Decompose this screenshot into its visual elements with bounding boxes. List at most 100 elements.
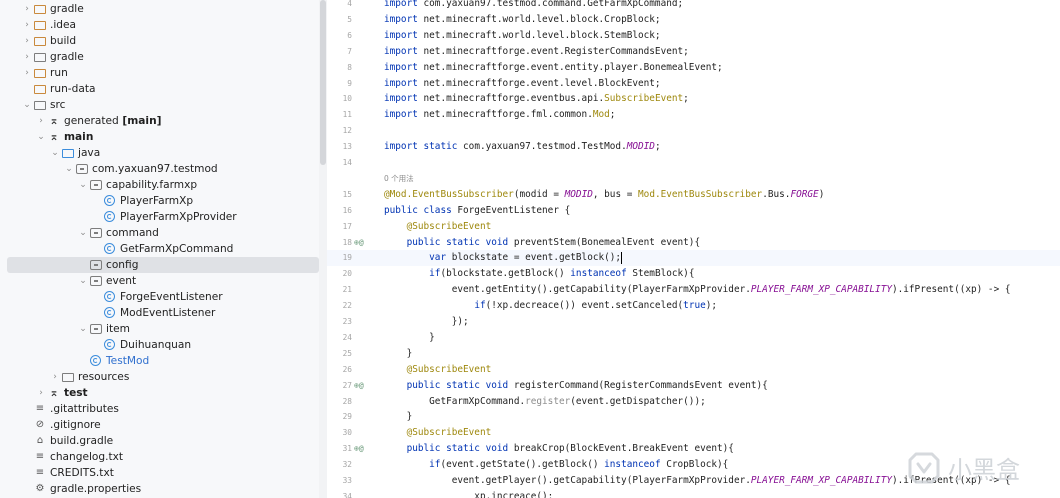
tree-item[interactable]: ⌄ item	[0, 321, 319, 337]
tree-item[interactable]: ⌄ com.yaxuan97.testmod	[0, 161, 319, 177]
code-line[interactable]: 14	[327, 155, 1060, 171]
chevron-down-icon[interactable]: ⌄	[22, 97, 32, 113]
code-line[interactable]: 27 ⊕@ public static void registerCommand(…	[327, 378, 1060, 394]
code-line[interactable]: 20 if(blockstate.getBlock() instanceof S…	[327, 266, 1060, 282]
code-line-current[interactable]: 19 var blockstate = event.getBlock();	[327, 250, 1060, 267]
code-line[interactable]: 28 GetFarmXpCommand.register(event.getDi…	[327, 394, 1060, 410]
project-tree-panel[interactable]: › gradle › .idea › build › gradle › run run-data ⌄ s…	[0, 0, 319, 498]
tree-item[interactable]: › .idea	[0, 17, 319, 33]
code-text: import net.minecraftforge.event.Register…	[384, 45, 689, 57]
chevron-right-icon[interactable]: ›	[22, 49, 32, 65]
code-line[interactable]: 18 ⊕@ public static void preventStem(Bone…	[327, 235, 1060, 251]
line-number: 20	[342, 269, 352, 279]
gutter-override-icon[interactable]: ⊕@	[354, 441, 374, 457]
tree-item[interactable]: Duihuanquan	[0, 337, 319, 353]
tree-item[interactable]: › gradle	[0, 1, 319, 17]
code-line[interactable]: 23 });	[327, 314, 1060, 330]
code-line[interactable]: 6 import net.minecraft.world.level.block.…	[327, 28, 1060, 44]
code-line[interactable]: 34 xp.increace();	[327, 489, 1060, 498]
tree-item[interactable]: › ⌅ generated [main]	[0, 113, 319, 129]
line-number: 25	[342, 348, 352, 358]
code-line[interactable]: 8 import net.minecraftforge.event.entity.…	[327, 60, 1060, 76]
tree-item[interactable]: › run	[0, 65, 319, 81]
chevron-right-icon[interactable]: ›	[36, 113, 46, 129]
tree-item[interactable]: ≡ .gitattributes	[0, 401, 319, 417]
chevron-right-icon[interactable]: ›	[22, 17, 32, 33]
project-tree-scrollbar[interactable]	[319, 0, 327, 498]
code-line[interactable]: 17 @SubscribeEvent	[327, 219, 1060, 235]
code-line[interactable]: 12	[327, 123, 1060, 139]
code-line[interactable]: 5 import net.minecraft.world.level.block.…	[327, 12, 1060, 28]
code-line[interactable]: 30 @SubscribeEvent	[327, 425, 1060, 441]
tree-item[interactable]: PlayerFarmXpProvider	[0, 209, 319, 225]
chevron-down-icon[interactable]: ⌄	[64, 161, 74, 177]
code-line[interactable]: 22 if(!xp.decreace()) event.setCanceled(…	[327, 298, 1060, 314]
tree-item[interactable]: TestMod	[0, 353, 319, 369]
tree-item[interactable]: ≡ CREDITS.txt	[0, 465, 319, 481]
tree-item[interactable]: ⌄ command	[0, 225, 319, 241]
chevron-right-icon[interactable]: ›	[50, 369, 60, 385]
folder-icon	[34, 37, 46, 46]
tree-item[interactable]: › ⌅ test	[0, 385, 319, 401]
tree-item[interactable]: › gradle	[0, 49, 319, 65]
chevron-down-icon[interactable]: ⌄	[50, 145, 60, 161]
chevron-down-icon[interactable]: ⌄	[78, 321, 88, 337]
tree-item[interactable]: ModEventListener	[0, 305, 319, 321]
chevron-right-icon[interactable]: ›	[22, 1, 32, 17]
line-number: 11	[342, 110, 352, 120]
code-line[interactable]: 29 }	[327, 409, 1060, 425]
tree-item[interactable]: › build	[0, 33, 319, 49]
code-line[interactable]: 24 }	[327, 330, 1060, 346]
code-line[interactable]: 15 @Mod.EventBusSubscriber(modid = MODID,…	[327, 187, 1060, 203]
tree-item[interactable]: ⌂ build.gradle	[0, 433, 319, 449]
package-icon	[76, 164, 88, 174]
chevron-right-icon[interactable]: ›	[22, 65, 32, 81]
code-line[interactable]: 4 import com.yaxuan97.testmod.command.Get…	[327, 0, 1060, 12]
tree-item[interactable]: ForgeEventListener	[0, 289, 319, 305]
tree-item[interactable]: run-data	[0, 81, 319, 97]
file-icon: ≡	[35, 451, 45, 462]
tree-item[interactable]: ⌄ ⌅ main	[0, 129, 319, 145]
scrollbar-thumb[interactable]	[320, 0, 326, 165]
line-number: 16	[342, 205, 352, 215]
code-line[interactable]: 21 event.getEntity().getCapability(Playe…	[327, 282, 1060, 298]
code-line[interactable]: 16 public class ForgeEventListener {	[327, 203, 1060, 219]
code-editor[interactable]: 4 import com.yaxuan97.testmod.command.Get…	[327, 0, 1060, 498]
chevron-right-icon[interactable]: ›	[36, 385, 46, 401]
gutter-override-icon[interactable]: ⊕@	[354, 378, 374, 394]
tree-item[interactable]: PlayerFarmXp	[0, 193, 319, 209]
tree-item[interactable]: ⌄ src	[0, 97, 319, 113]
chevron-down-icon[interactable]: ⌄	[36, 129, 46, 145]
tree-item[interactable]: ⌄ java	[0, 145, 319, 161]
line-number: 18	[342, 237, 352, 247]
code-line[interactable]: 25 }	[327, 346, 1060, 362]
chevron-down-icon[interactable]: ⌄	[78, 273, 88, 289]
chevron-down-icon[interactable]: ⌄	[78, 177, 88, 193]
gutter-override-icon[interactable]: ⊕@	[354, 235, 374, 251]
code-line[interactable]: 26 @SubscribeEvent	[327, 362, 1060, 378]
usages-hint[interactable]: 0 个用法	[384, 171, 414, 187]
code-line[interactable]: 9 import net.minecraftforge.event.level.B…	[327, 76, 1060, 92]
code-line[interactable]: 0 个用法	[327, 171, 1060, 187]
code-text: @SubscribeEvent	[406, 363, 492, 375]
code-line[interactable]: 11 import net.minecraftforge.fml.common.M…	[327, 107, 1060, 123]
code-line[interactable]: 10 import net.minecraftforge.eventbus.api…	[327, 91, 1060, 107]
tree-item[interactable]: ⊘ .gitignore	[0, 417, 319, 433]
tree-item[interactable]: GetFarmXpCommand	[0, 241, 319, 257]
code-text: });	[384, 316, 469, 327]
chevron-down-icon[interactable]: ⌄	[78, 225, 88, 241]
code-text: }	[384, 331, 435, 343]
tree-item-label: CREDITS.txt	[50, 467, 114, 479]
tree-item[interactable]: ≡ changelog.txt	[0, 449, 319, 465]
package-icon	[90, 324, 102, 334]
code-text: import net.minecraftforge.eventbus.api.S…	[384, 93, 689, 105]
folder-icon	[62, 373, 74, 382]
code-line[interactable]: 7 import net.minecraftforge.event.Registe…	[327, 44, 1060, 60]
tree-item[interactable]: ⚙ gradle.properties	[0, 481, 319, 497]
tree-item[interactable]: config	[7, 257, 319, 273]
tree-item[interactable]: ⌄ capability.farmxp	[0, 177, 319, 193]
tree-item[interactable]: ⌄ event	[0, 273, 319, 289]
code-line[interactable]: 13 import static com.yaxuan97.testmod.Tes…	[327, 139, 1060, 155]
chevron-right-icon[interactable]: ›	[22, 33, 32, 49]
tree-item[interactable]: › resources	[0, 369, 319, 385]
